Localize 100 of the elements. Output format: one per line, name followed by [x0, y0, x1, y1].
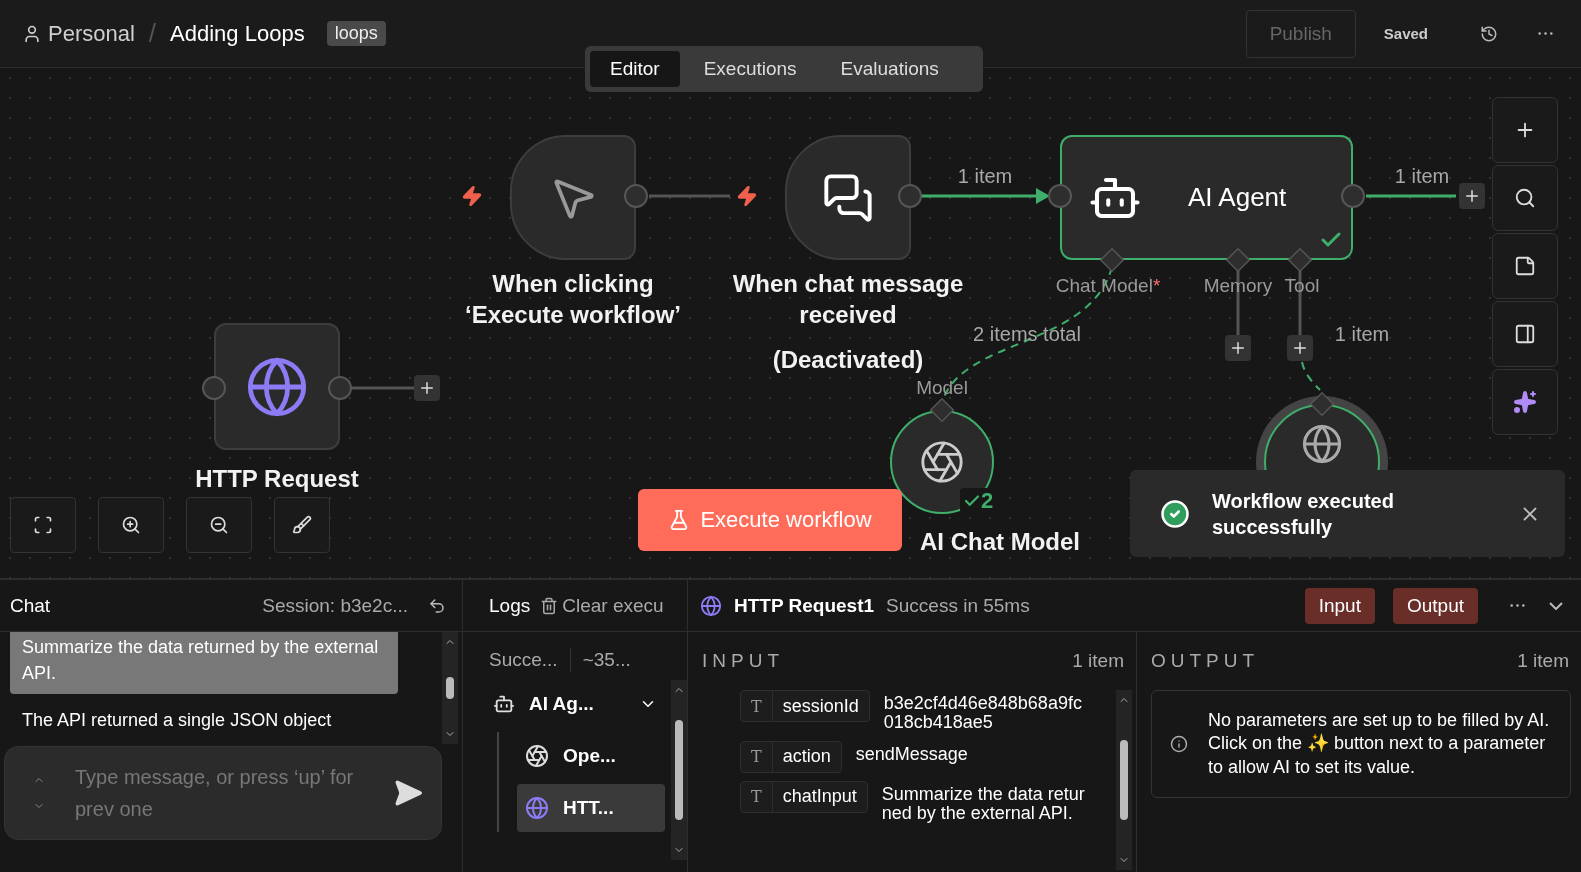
field-name: action — [781, 746, 832, 768]
user-message: Summarize the data returned by the external API. — [10, 632, 398, 695]
panel-title: Chat — [10, 594, 51, 617]
panel-title: Logs — [489, 594, 531, 617]
field-name: sessionId — [781, 695, 860, 717]
log-entry[interactable]: Ope... — [517, 732, 665, 780]
more-icon — [1510, 604, 1525, 607]
fit-view-icon — [33, 515, 53, 535]
workflow-node[interactable] — [214, 323, 340, 450]
plus-icon — [418, 379, 436, 397]
info-message: No parameters are set up to be filled by AI. Click on the ✨ button next to a parameter to allow AI to set its value. — [1208, 709, 1551, 779]
item-count-label: 1 item — [957, 164, 1013, 188]
zoom-out-icon — [209, 515, 229, 535]
session-id: Session: b3e2c... — [262, 594, 408, 617]
connection-port[interactable] — [1341, 184, 1365, 208]
breadcrumb-separator: / — [148, 18, 157, 49]
success-icon — [1160, 498, 1190, 529]
handle-label: Chat Model* — [1055, 275, 1161, 297]
item-count-label: 1 item — [1334, 322, 1390, 346]
handle-label: Model — [916, 377, 968, 399]
handle-label: Tool — [1284, 275, 1320, 297]
connection-port[interactable] — [1048, 184, 1072, 208]
node-title: When clicking ‘Execute workflow’ — [463, 269, 683, 331]
bot-message: The API returned a single JSON object — [21, 710, 333, 732]
field-value: Summarize the data returned by the external API. — [881, 782, 1086, 824]
view-tab[interactable]: Editor — [590, 51, 680, 87]
globe-icon — [700, 594, 722, 617]
add-node-button[interactable] — [1459, 183, 1485, 209]
project-link[interactable]: Personal — [48, 20, 135, 47]
lightning-icon — [461, 185, 483, 207]
scrollbar[interactable] — [442, 632, 458, 744]
execution-duration: ~35... — [582, 649, 631, 671]
scrollbar[interactable] — [1116, 690, 1132, 870]
chevron-down-icon — [1549, 601, 1563, 610]
undo-icon — [428, 596, 446, 615]
node-name: HTTP Request1 — [734, 594, 875, 617]
connection-line — [351, 386, 414, 390]
field-value: sendMessage — [855, 742, 969, 765]
note-icon — [1514, 255, 1536, 277]
field-name: chatInput — [781, 786, 858, 808]
more-icon — [1538, 32, 1553, 35]
globe-icon — [525, 796, 549, 820]
chat-icon — [822, 171, 874, 224]
item-count: 1 item — [1072, 650, 1124, 672]
node-title: When chat message received — [731, 269, 965, 331]
pane-toggle-button[interactable]: Output — [1392, 587, 1478, 624]
run-status: Success in 55ms — [886, 594, 1030, 617]
history-icon — [1480, 24, 1498, 43]
tidy-up-button[interactable] — [274, 497, 330, 553]
item-count-label: 1 item — [1394, 164, 1450, 188]
clear-execution-button[interactable]: Clear execu — [540, 594, 664, 617]
sparkle-icon — [1513, 390, 1537, 414]
sparkle-button[interactable] — [1492, 369, 1558, 435]
lightning-icon — [736, 185, 758, 207]
globe-icon — [1301, 423, 1343, 465]
view-tab[interactable]: Evaluations — [820, 51, 959, 87]
scrollbar-thumb — [446, 677, 454, 699]
connection-port[interactable] — [624, 184, 648, 208]
panel-button[interactable] — [1492, 301, 1558, 367]
workflow-node[interactable] — [510, 135, 636, 260]
agent-node[interactable]: AI Agent — [1060, 135, 1353, 260]
toast-message: Workflow executed successfully — [1212, 488, 1395, 540]
workflow-node[interactable] — [785, 135, 911, 260]
aperture-icon — [919, 439, 965, 485]
scrollbar[interactable] — [671, 680, 687, 860]
zoom-in-icon — [121, 515, 141, 535]
plus-icon — [1463, 187, 1481, 205]
zoom-in-button[interactable] — [98, 497, 164, 553]
trash-icon — [540, 596, 559, 615]
sticky-note-button[interactable] — [1492, 233, 1558, 299]
robot-icon — [493, 693, 515, 715]
send-icon — [393, 778, 423, 808]
log-entry[interactable]: HTT... — [517, 784, 665, 832]
workflow-title[interactable]: Adding Loops — [170, 20, 305, 47]
add-node-button[interactable] — [414, 375, 440, 401]
connection-port[interactable] — [328, 376, 352, 400]
user-icon — [22, 23, 42, 44]
search-icon — [1514, 187, 1536, 209]
connection-port[interactable] — [898, 184, 922, 208]
plus-icon — [1291, 339, 1309, 357]
search-button[interactable] — [1492, 165, 1558, 231]
workflow-tag[interactable]: loops — [326, 21, 386, 46]
brush-icon — [292, 515, 312, 535]
add-node-button[interactable] — [1225, 335, 1251, 361]
pane-title: OUTPUT — [1151, 650, 1260, 672]
panel-icon — [1514, 323, 1536, 345]
log-entry[interactable]: AI Ag... — [485, 680, 665, 728]
pane-title: INPUT — [702, 650, 784, 672]
message-field[interactable]: Type message, or press ‘up’ for prev one — [4, 746, 442, 840]
pane-toggle-button[interactable]: Input — [1304, 587, 1375, 624]
node-title: AI Agent — [1188, 182, 1287, 213]
add-node-button[interactable] — [1287, 335, 1313, 361]
zoom-out-button[interactable] — [186, 497, 252, 553]
execution-status: Succe... — [489, 649, 558, 671]
field-value: b3e2cf4d46e848b68a9fc018cb418ae5 — [883, 692, 1083, 733]
item-count: 1 item — [1517, 650, 1569, 672]
view-tab[interactable]: Executions — [683, 51, 817, 87]
save-status: Saved — [1383, 25, 1428, 42]
connection-port[interactable] — [202, 376, 226, 400]
aperture-icon — [525, 744, 549, 768]
